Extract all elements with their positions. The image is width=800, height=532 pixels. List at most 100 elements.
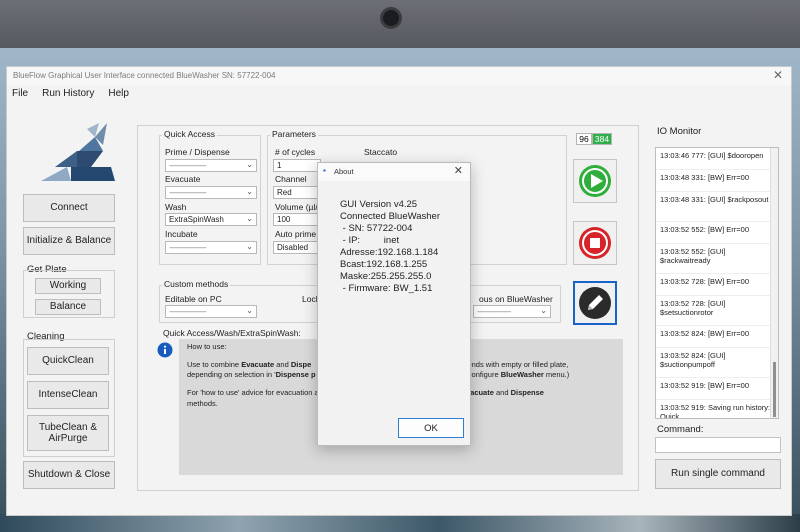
shutdown-close-button[interactable]: Shutdown & Close <box>23 461 115 489</box>
about-dialog: ▪ About ✕ GUI Version v4.25 Connected Bl… <box>317 162 471 446</box>
tubeclean-label-2: AirPurge <box>48 433 88 444</box>
chevron-down-icon: ⌄ <box>246 187 253 196</box>
working-button[interactable]: Working <box>35 278 101 294</box>
menu-help[interactable]: Help <box>108 88 129 103</box>
info-text: Dispense <box>510 388 544 398</box>
info-text: and <box>274 360 291 370</box>
intenseclean-button[interactable]: IntenseClean <box>27 381 109 409</box>
info-text: depending on selection in ' <box>187 370 276 380</box>
chevron-down-icon: ⌄ <box>540 306 547 315</box>
menu-bar: File Run History Help <box>7 85 791 103</box>
window-close-icon[interactable]: ✕ <box>773 68 783 82</box>
log-entry: 13:03:52 919: [BW] Err=00 <box>656 378 778 400</box>
scrollbar-thumb[interactable] <box>773 362 776 417</box>
info-text: BlueWasher <box>500 370 544 380</box>
editable-on-pc-select[interactable]: ---------------------- ⌄ <box>165 305 257 318</box>
ok-button[interactable]: OK <box>398 418 464 438</box>
info-text: and <box>493 388 511 398</box>
io-monitor-log[interactable]: 13:03:46 777: [GUI] $dooropen 13:03:48 3… <box>655 147 779 419</box>
log-entry: 13:03:48 331: [GUI] $rackposout <box>656 192 778 222</box>
log-entry: 13:03:52 728: [GUI] $setsuctionrotor <box>656 296 778 326</box>
menu-file[interactable]: File <box>12 88 28 103</box>
selected-method-path: Quick Access/Wash/ExtraSpinWash: <box>163 328 301 338</box>
cycles-input[interactable]: 1 <box>273 159 321 172</box>
info-text: Dispe <box>290 360 312 370</box>
prime-dispense-value: ---------------------- <box>169 161 207 170</box>
incubate-value: ---------------------- <box>169 243 207 252</box>
connect-button[interactable]: Connect <box>23 194 115 222</box>
log-scrollbar[interactable] <box>770 148 778 418</box>
channel-select[interactable]: Red <box>273 186 321 199</box>
auto-prime-select[interactable]: Disabled <box>273 241 321 254</box>
play-icon <box>579 165 611 197</box>
evacuate-select[interactable]: ---------------------- ⌄ <box>165 186 257 199</box>
menu-run-history[interactable]: Run History <box>42 88 94 103</box>
bluewasher-methods-select[interactable]: -------------------- ⌄ <box>473 305 551 318</box>
evacuate-label: Evacuate <box>165 174 201 184</box>
log-entry: 13:03:52 552: [GUI] $rackwaitready <box>656 244 778 274</box>
log-entry: 13:03:52 824: [GUI] $suctionpumpoff <box>656 348 778 378</box>
stop-icon <box>579 227 611 259</box>
about-title: About <box>334 167 354 176</box>
log-entry: 13:03:52 824: [BW] Err=00 <box>656 326 778 348</box>
tubeclean-label-1: TubeClean & <box>39 421 97 433</box>
plate-384-indicator[interactable]: 384 <box>592 133 612 145</box>
tubeclean-airpurge-button[interactable]: TubeClean & AirPurge <box>27 415 109 451</box>
balance-button[interactable]: Balance <box>35 299 101 315</box>
log-entry: 13:03:52 728: [BW] Err=00 <box>656 274 778 296</box>
cycles-label: # of cycles <box>275 147 316 157</box>
incubate-select[interactable]: ---------------------- ⌄ <box>165 241 257 254</box>
info-text: menu.) <box>543 370 570 380</box>
log-entry: 13:03:52 552: [BW] Err=00 <box>656 222 778 244</box>
log-entry: 13:03:52 919: Saving run history: Quick … <box>656 400 778 418</box>
volume-input[interactable]: 100 <box>273 213 321 226</box>
window-title: BlueFlow Graphical User Interface connec… <box>13 71 276 80</box>
parameters-label: Parameters <box>270 129 318 139</box>
editable-on-pc-label: Editable on PC <box>165 294 222 304</box>
staccato-label: Staccato <box>364 147 398 157</box>
command-input[interactable] <box>655 437 781 453</box>
stop-button[interactable] <box>573 221 617 265</box>
bluewasher-methods-label: ous on BlueWasher <box>479 294 553 304</box>
log-entry: 13:03:48 331: [BW] Err=00 <box>656 170 778 192</box>
io-monitor-label: IO Monitor <box>657 126 702 137</box>
taskbar-area <box>0 514 800 532</box>
quick-access-label: Quick Access <box>162 129 218 139</box>
blueflow-logo <box>41 123 115 181</box>
auto-prime-label: Auto prime <box>275 229 317 239</box>
initialize-balance-button[interactable]: Initialize & Balance <box>23 227 115 255</box>
log-entry: 13:03:46 777: [GUI] $dooropen <box>656 148 778 170</box>
info-text: Evacuate <box>241 360 275 370</box>
volume-label: Volume (µl/ <box>275 202 318 212</box>
custom-methods-label: Custom methods <box>162 279 231 289</box>
chevron-down-icon: ⌄ <box>246 214 253 223</box>
wash-value: ExtraSpinWash <box>169 215 224 224</box>
laptop-bezel <box>0 0 800 50</box>
edit-method-button[interactable] <box>573 281 617 325</box>
title-bar: BlueFlow Graphical User Interface connec… <box>7 67 791 85</box>
chevron-down-icon: ⌄ <box>246 242 253 251</box>
channel-label: Channel <box>275 174 307 184</box>
chevron-down-icon: ⌄ <box>246 306 253 315</box>
about-info-text: GUI Version v4.25 Connected BlueWasher -… <box>340 199 440 294</box>
app-icon: ▪ <box>323 166 326 175</box>
info-text: For 'how to use' advice for evacuation a <box>187 388 319 398</box>
pencil-icon <box>579 287 611 319</box>
about-title-bar: ▪ About ✕ <box>318 163 470 181</box>
chevron-down-icon: ⌄ <box>246 160 253 169</box>
incubate-label: Incubate <box>165 229 198 239</box>
webcam <box>380 7 402 29</box>
about-close-icon[interactable]: ✕ <box>454 164 463 177</box>
run-single-command-button[interactable]: Run single command <box>655 459 781 489</box>
evacuate-value: ---------------------- <box>169 188 207 197</box>
info-text: Use to combine <box>187 360 242 370</box>
wash-select[interactable]: ExtraSpinWash ⌄ <box>165 213 257 226</box>
plate-96-indicator[interactable]: 96 <box>576 133 592 145</box>
prime-dispense-label: Prime / Dispense <box>165 147 230 157</box>
quickclean-button[interactable]: QuickClean <box>27 347 109 375</box>
info-text: Dispense p <box>275 370 316 380</box>
command-label: Command: <box>657 424 704 435</box>
prime-dispense-select[interactable]: ---------------------- ⌄ <box>165 159 257 172</box>
run-button[interactable] <box>573 159 617 203</box>
editable-on-pc-value: ---------------------- <box>169 307 207 316</box>
